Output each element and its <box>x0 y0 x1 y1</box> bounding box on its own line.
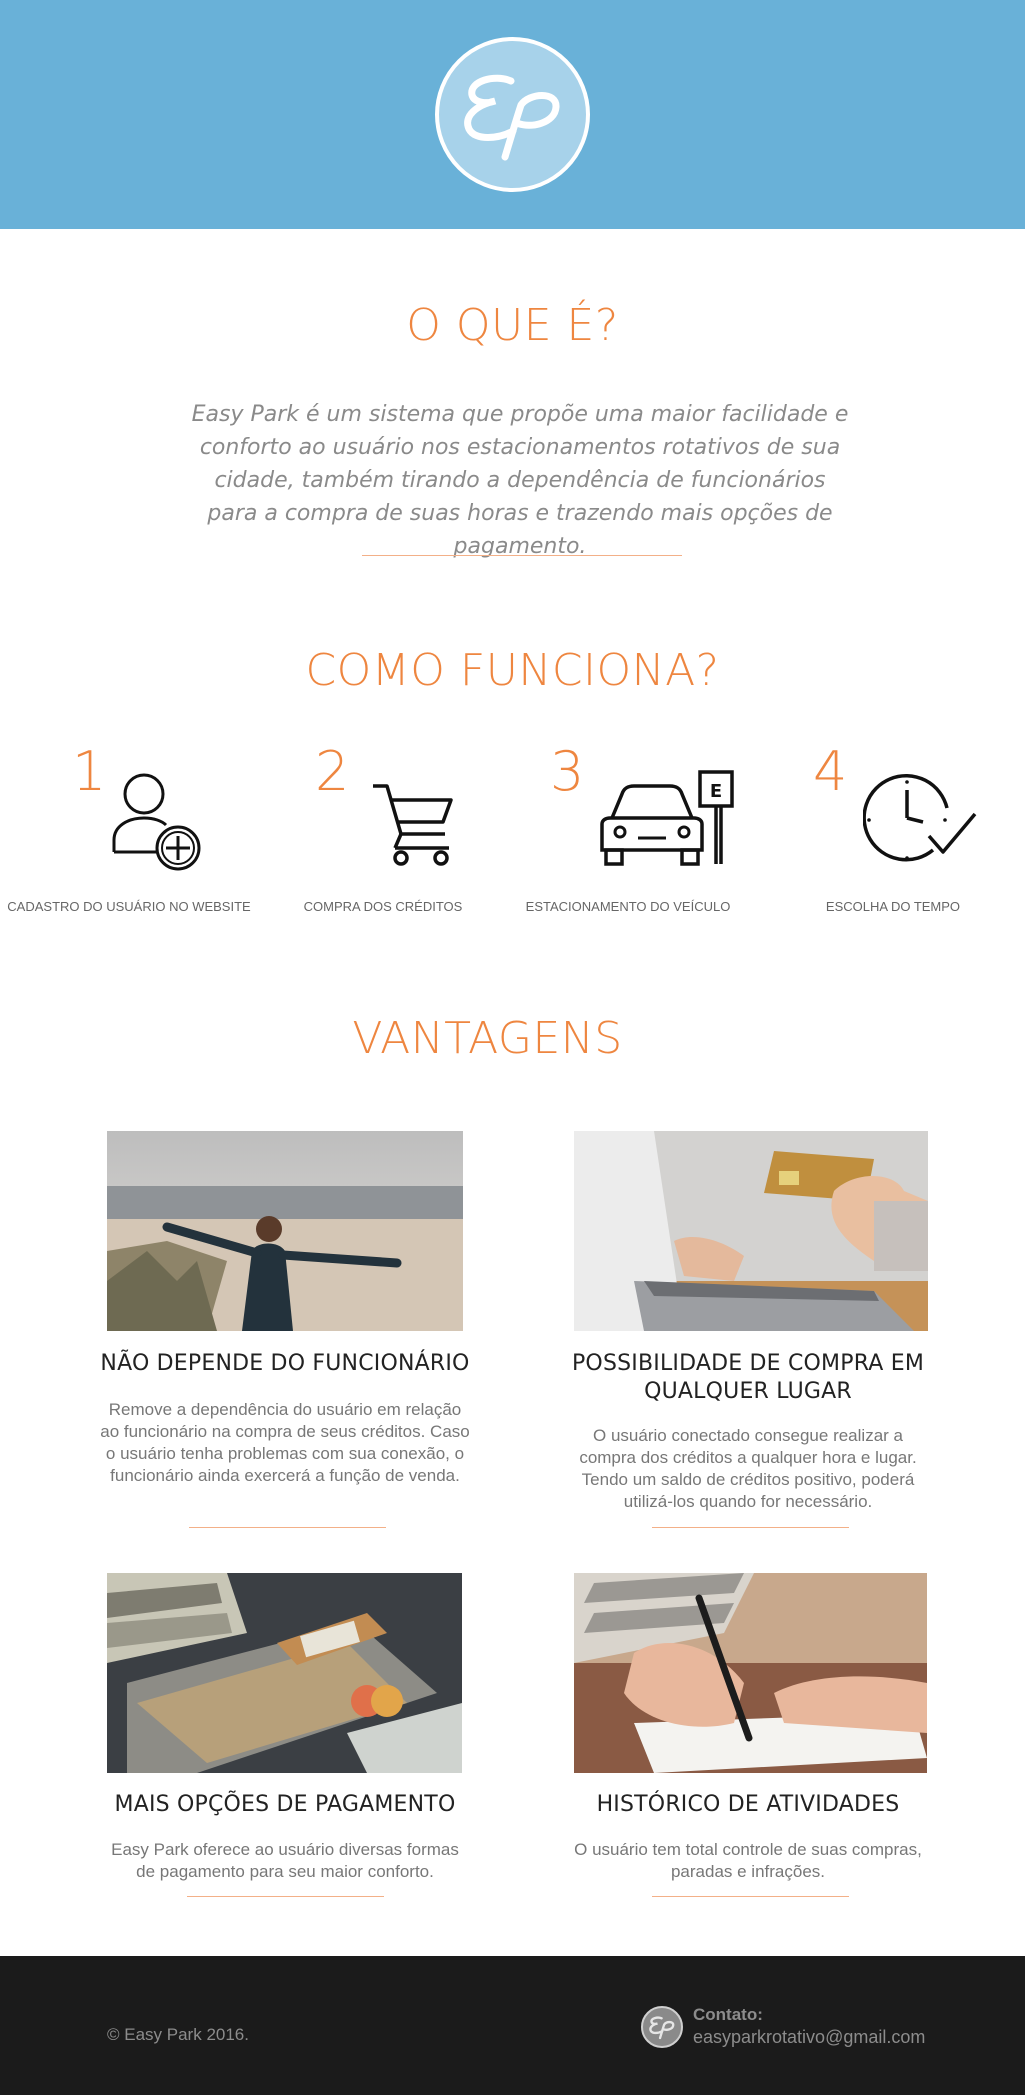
step-number: 3 <box>550 740 585 803</box>
card-divider <box>187 1896 384 1897</box>
step-2: 2 COMPRA DOS CRÉDITOS <box>255 740 511 940</box>
step-1: 1 CADASTRO DO USUÁRIO NO WEBSITE <box>5 740 261 940</box>
card-divider <box>652 1896 849 1897</box>
step-label: CADASTRO DO USUÁRIO NO WEBSITE <box>7 899 251 914</box>
step-number: 2 <box>315 740 350 803</box>
beach-photo <box>107 1131 463 1331</box>
shopping-cart-icon <box>373 784 453 866</box>
parking-sign-letter: E <box>710 781 722 802</box>
step-number: 4 <box>813 740 848 803</box>
car-parking-icon: E <box>600 770 734 866</box>
contact-email-link[interactable]: easyparkrotativo@gmail.com <box>693 2027 925 2048</box>
about-text: Easy Park é um sistema que propõe uma ma… <box>191 402 849 559</box>
about-title: O QUE É? <box>406 300 619 351</box>
step-label: COMPRA DOS CRÉDITOS <box>303 899 463 914</box>
how-title: COMO FUNCIONA? <box>305 645 720 696</box>
advantage-title: POSSIBILIDADE DE COMPRA EM QUALQUER LUGA… <box>571 1351 925 1404</box>
credit-card-laptop-photo <box>574 1131 928 1331</box>
advantage-title: HISTÓRICO DE ATIVIDADES <box>596 1792 900 1817</box>
advantage-text: O usuário conectado consegue realizar a … <box>579 1426 917 1511</box>
advantage-text: O usuário tem total controle de suas com… <box>574 1840 922 1881</box>
step-3: 3 E ESTACIONAMENTO DO VEÍCULO <box>510 740 766 940</box>
step-label: ESTACIONAMENTO DO VEÍCULO <box>525 899 731 914</box>
copyright-text: © Easy Park 2016. <box>107 2025 249 2044</box>
step-label: ESCOLHA DO TEMPO <box>825 899 961 914</box>
about-divider <box>362 555 682 556</box>
step-4: 4 ESCOLHA DO TEMPO <box>765 740 1021 940</box>
payment-cards-photo <box>107 1573 462 1773</box>
step-number: 1 <box>72 740 107 803</box>
advantages-title: VANTAGENS <box>352 1013 623 1064</box>
advantage-text: Remove a dependência do usuário em relaç… <box>100 1400 470 1485</box>
user-add-icon <box>112 773 201 871</box>
easy-park-logo[interactable] <box>435 37 590 192</box>
contact-label: Contato: <box>693 2005 763 2024</box>
advantage-text: Easy Park oferece ao usuário diversas fo… <box>111 1840 459 1881</box>
writing-history-photo <box>574 1573 927 1773</box>
card-divider <box>652 1527 849 1528</box>
advantage-title: NÃO DEPENDE DO FUNCIONÁRIO <box>100 1351 470 1376</box>
site-footer: © Easy Park 2016. Contato: easyparkrotat… <box>0 1956 1025 2095</box>
ep-monogram-icon <box>649 2016 675 2040</box>
footer-logo[interactable] <box>641 2006 683 2048</box>
site-header <box>0 0 1025 229</box>
ep-monogram-icon <box>464 74 560 161</box>
clock-check-icon <box>863 774 977 862</box>
advantage-title: MAIS OPÇÕES DE PAGAMENTO <box>114 1792 456 1817</box>
card-divider <box>189 1527 386 1528</box>
